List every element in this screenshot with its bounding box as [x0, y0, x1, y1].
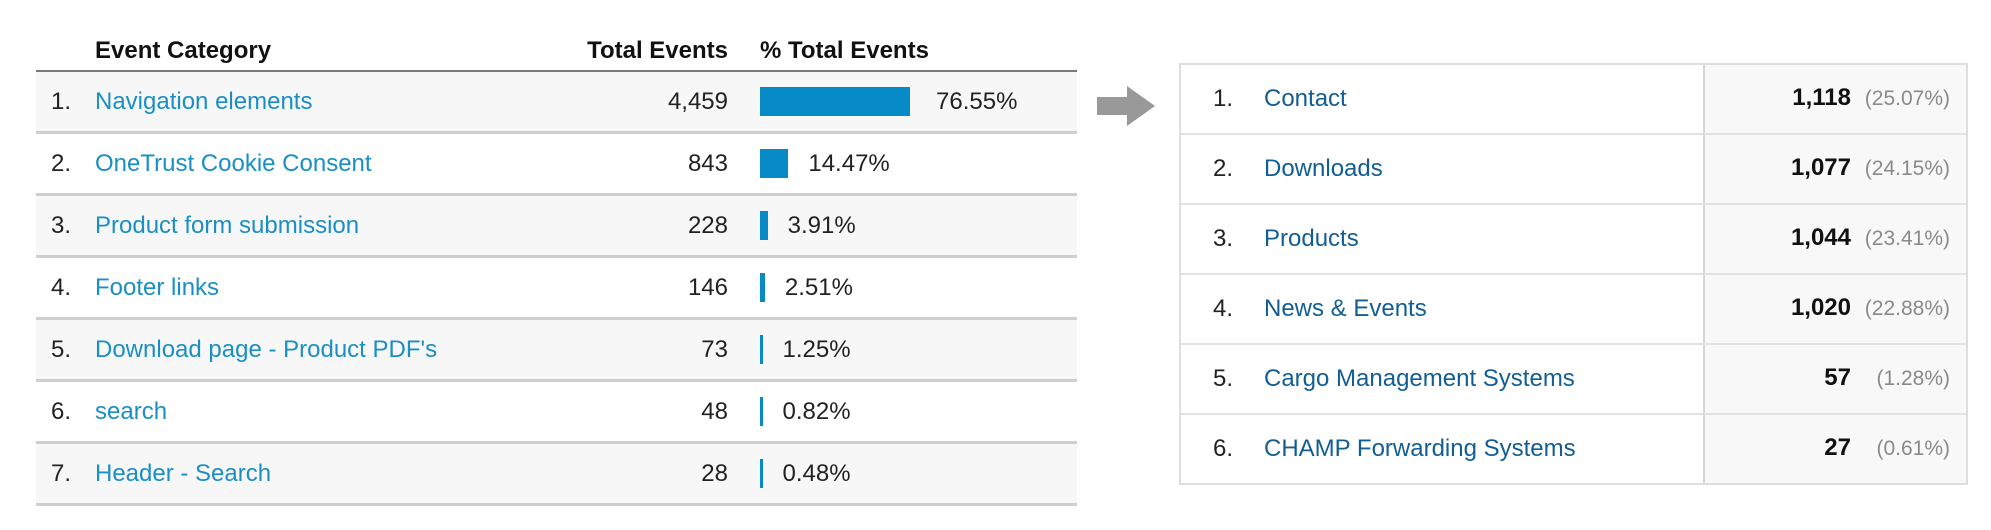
percent-value: 0.82% [782, 398, 851, 425]
content-group-table: 1. Contact 1,118 (25.07%) 2. Downloads 1,077 (2… [1179, 63, 1968, 485]
content-group-link[interactable]: Downloads [1264, 155, 1383, 183]
row-index: 5. [1213, 365, 1234, 392]
value-cell: 1,020 (22.88%) [1705, 275, 1966, 343]
percent-value: 14.47% [808, 150, 890, 177]
content-group-link[interactable]: Contact [1264, 85, 1347, 113]
table-row: 2. OneTrust Cookie Consent 843 14.47% [36, 134, 1077, 196]
percent-bar [760, 87, 911, 116]
value-cell: 1,077 (24.15%) [1705, 135, 1966, 203]
metric-value: 1,077 [1790, 154, 1851, 181]
row-index: 4. [51, 274, 72, 301]
percent-value: 0.48% [782, 460, 851, 487]
value-cell: 27 (0.61%) [1705, 415, 1966, 483]
metric-value: 27 [1824, 434, 1851, 461]
content-group-link[interactable]: Cargo Management Systems [1264, 365, 1575, 393]
event-category-link[interactable]: Footer links [95, 274, 219, 302]
table-row: 7. Header - Search 28 0.48% [36, 444, 1077, 506]
content-group-link[interactable]: CHAMP Forwarding Systems [1264, 435, 1576, 463]
event-category-link[interactable]: Header - Search [95, 460, 271, 488]
total-events-value: 48 [701, 398, 728, 425]
label-cell: 6. CHAMP Forwarding Systems [1181, 415, 1705, 483]
table-row: 3. Products 1,044 (23.41%) [1181, 205, 1966, 275]
metric-value: 1,118 [1792, 84, 1851, 111]
table-row: 5. Cargo Management Systems 57 (1.28%) [1181, 345, 1966, 415]
label-cell: 3. Products [1181, 205, 1705, 273]
row-index: 6. [51, 398, 72, 425]
total-events-value: 4,459 [667, 88, 728, 115]
event-category-link[interactable]: Navigation elements [95, 88, 312, 116]
event-category-link[interactable]: Product form submission [95, 212, 359, 240]
metric-percent: (22.88%) [1864, 297, 1950, 320]
row-index: 1. [1213, 85, 1234, 112]
row-index: 2. [51, 150, 72, 177]
row-index: 1. [51, 88, 72, 115]
table-row: 1. Contact 1,118 (25.07%) [1181, 65, 1966, 135]
total-events-value: 28 [701, 460, 728, 487]
percent-bar [760, 211, 768, 240]
percent-value: 1.25% [782, 336, 851, 363]
percent-bar [760, 273, 765, 302]
content-group-link[interactable]: News & Events [1264, 295, 1427, 323]
arrow-right-icon [1097, 86, 1155, 126]
metric-value: 1,020 [1790, 294, 1851, 321]
percent-bar [760, 149, 789, 178]
table-body: 1. Navigation elements 4,459 76.55% 2. OneTru… [36, 72, 1077, 506]
header-total-events[interactable]: Total Events [587, 37, 728, 65]
value-cell: 1,118 (25.07%) [1705, 65, 1966, 133]
total-events-value: 146 [687, 274, 728, 301]
metric-percent: (23.41%) [1864, 227, 1950, 250]
row-index: 7. [51, 460, 72, 487]
total-events-value: 843 [687, 150, 728, 177]
table-row: 1. Navigation elements 4,459 76.55% [36, 72, 1077, 134]
header-event-category[interactable]: Event Category [95, 37, 271, 65]
label-cell: 5. Cargo Management Systems [1181, 345, 1705, 413]
percent-bar [760, 335, 763, 364]
label-cell: 4. News & Events [1181, 275, 1705, 343]
row-index: 5. [51, 336, 72, 363]
table-header: Event Category Total Events % Total Even… [36, 28, 1077, 72]
table-row: 3. Product form submission 228 3.91% [36, 196, 1077, 258]
row-index: 4. [1213, 295, 1234, 322]
percent-value: 3.91% [787, 212, 856, 239]
event-category-table: Event Category Total Events % Total Even… [36, 28, 1077, 506]
total-events-value: 73 [701, 336, 728, 363]
total-events-value: 228 [687, 212, 728, 239]
metric-percent: (25.07%) [1864, 87, 1950, 110]
metric-value: 57 [1824, 364, 1851, 391]
table-row: 2. Downloads 1,077 (24.15%) [1181, 135, 1966, 205]
metric-percent: (24.15%) [1864, 157, 1950, 180]
row-index: 3. [51, 212, 72, 239]
header-percent-total-events[interactable]: % Total Events [760, 37, 929, 65]
event-category-link[interactable]: Download page - Product PDF's [95, 336, 437, 364]
percent-value: 76.55% [936, 88, 1018, 115]
percent-value: 2.51% [784, 274, 853, 301]
table-row: 5. Download page - Product PDF's 73 1.25% [36, 320, 1077, 382]
row-index: 2. [1213, 155, 1234, 182]
event-category-link[interactable]: search [95, 398, 167, 426]
table-row: 6. search 48 0.82% [36, 382, 1077, 444]
table-row: 4. News & Events 1,020 (22.88%) [1181, 275, 1966, 345]
table-row: 4. Footer links 146 2.51% [36, 258, 1077, 320]
content-group-link[interactable]: Products [1264, 225, 1359, 253]
percent-bar [760, 459, 763, 488]
metric-percent: (1.28%) [1876, 367, 1950, 390]
row-index: 3. [1213, 225, 1234, 252]
label-cell: 1. Contact [1181, 65, 1705, 133]
label-cell: 2. Downloads [1181, 135, 1705, 203]
value-cell: 1,044 (23.41%) [1705, 205, 1966, 273]
value-cell: 57 (1.28%) [1705, 345, 1966, 413]
table-row: 6. CHAMP Forwarding Systems 27 (0.61%) [1181, 415, 1966, 483]
row-index: 6. [1213, 435, 1234, 462]
event-category-link[interactable]: OneTrust Cookie Consent [95, 150, 372, 178]
metric-value: 1,044 [1790, 224, 1851, 251]
metric-percent: (0.61%) [1876, 437, 1950, 460]
percent-bar [760, 397, 763, 426]
